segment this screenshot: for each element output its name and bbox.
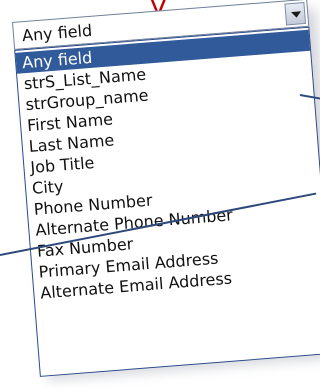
- screenshot-stage: y Any field Any field strS_List_Name str…: [0, 0, 320, 392]
- chevron-down-icon: [291, 11, 302, 19]
- field-select-widget: Any field Any field strS_List_Name strGr…: [12, 0, 320, 381]
- dropdown-button[interactable]: [284, 2, 307, 26]
- select-current-value: Any field: [21, 20, 93, 46]
